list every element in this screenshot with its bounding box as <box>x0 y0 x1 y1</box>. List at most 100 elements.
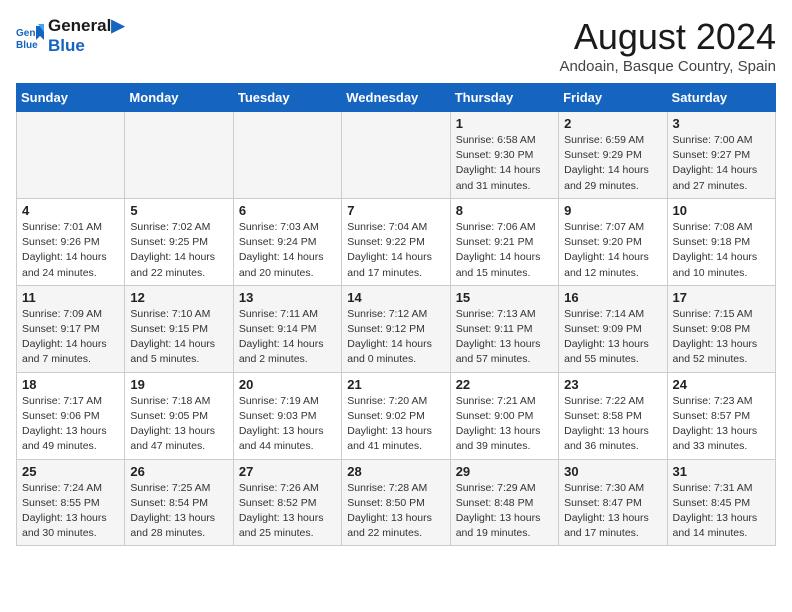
calendar-cell: 30 Sunrise: 7:30 AM Sunset: 8:47 PM Dayli… <box>559 459 667 546</box>
day-info: Sunrise: 7:22 AM Sunset: 8:58 PM Dayligh… <box>564 394 661 455</box>
day-number: 8 <box>456 203 553 218</box>
day-number: 13 <box>239 290 336 305</box>
day-info: Sunrise: 7:09 AM Sunset: 9:17 PM Dayligh… <box>22 307 119 368</box>
day-number: 15 <box>456 290 553 305</box>
calendar-cell: 2 Sunrise: 6:59 AM Sunset: 9:29 PM Daylig… <box>559 112 667 199</box>
day-info: Sunrise: 7:07 AM Sunset: 9:20 PM Dayligh… <box>564 220 661 281</box>
calendar-header: SundayMondayTuesdayWednesdayThursdayFrid… <box>17 84 776 112</box>
day-number: 23 <box>564 377 661 392</box>
calendar-cell: 31 Sunrise: 7:31 AM Sunset: 8:45 PM Dayli… <box>667 459 775 546</box>
day-info: Sunrise: 7:17 AM Sunset: 9:06 PM Dayligh… <box>22 394 119 455</box>
calendar-cell: 1 Sunrise: 6:58 AM Sunset: 9:30 PM Daylig… <box>450 112 558 199</box>
day-info: Sunrise: 7:24 AM Sunset: 8:55 PM Dayligh… <box>22 481 119 542</box>
day-number: 17 <box>673 290 770 305</box>
calendar-cell: 28Sunrise: 7:28 AM Sunset: 8:50 PM Dayli… <box>342 459 450 546</box>
weekday-header: Sunday <box>17 84 125 112</box>
day-info: Sunrise: 7:15 AM Sunset: 9:08 PM Dayligh… <box>673 307 770 368</box>
calendar-cell: 5 Sunrise: 7:02 AM Sunset: 9:25 PM Daylig… <box>125 198 233 285</box>
day-number: 21 <box>347 377 444 392</box>
calendar-cell: 21 Sunrise: 7:20 AM Sunset: 9:02 PM Dayli… <box>342 372 450 459</box>
day-info: Sunrise: 7:02 AM Sunset: 9:25 PM Dayligh… <box>130 220 227 281</box>
day-info: Sunrise: 7:14 AM Sunset: 9:09 PM Dayligh… <box>564 307 661 368</box>
day-info: Sunrise: 7:04 AM Sunset: 9:22 PM Dayligh… <box>347 220 444 281</box>
day-info: Sunrise: 7:13 AM Sunset: 9:11 PM Dayligh… <box>456 307 553 368</box>
weekday-header: Thursday <box>450 84 558 112</box>
title-block: August 2024 Andoain, Basque Country, Spa… <box>559 16 776 75</box>
logo-line1: General▶ <box>48 16 124 36</box>
calendar-cell: 14Sunrise: 7:12 AM Sunset: 9:12 PM Dayli… <box>342 285 450 372</box>
calendar-cell: 25 Sunrise: 7:24 AM Sunset: 8:55 PM Dayli… <box>17 459 125 546</box>
day-info: Sunrise: 7:11 AM Sunset: 9:14 PM Dayligh… <box>239 307 336 368</box>
day-number: 18 <box>22 377 119 392</box>
day-info: Sunrise: 7:18 AM Sunset: 9:05 PM Dayligh… <box>130 394 227 455</box>
day-info: Sunrise: 7:06 AM Sunset: 9:21 PM Dayligh… <box>456 220 553 281</box>
day-info: Sunrise: 7:25 AM Sunset: 8:54 PM Dayligh… <box>130 481 227 542</box>
calendar-cell: 20Sunrise: 7:19 AM Sunset: 9:03 PM Dayli… <box>233 372 341 459</box>
page-subtitle: Andoain, Basque Country, Spain <box>559 58 776 75</box>
calendar-cell: 12 Sunrise: 7:10 AM Sunset: 9:15 PM Dayli… <box>125 285 233 372</box>
day-info: Sunrise: 7:26 AM Sunset: 8:52 PM Dayligh… <box>239 481 336 542</box>
calendar-cell: 27 Sunrise: 7:26 AM Sunset: 8:52 PM Dayli… <box>233 459 341 546</box>
day-number: 20 <box>239 377 336 392</box>
calendar-cell: 7 Sunrise: 7:04 AM Sunset: 9:22 PM Daylig… <box>342 198 450 285</box>
day-number: 14 <box>347 290 444 305</box>
day-number: 16 <box>564 290 661 305</box>
page-header: General Blue General▶ Blue August 2024 A… <box>16 16 776 75</box>
day-number: 3 <box>673 116 770 131</box>
day-info: Sunrise: 7:10 AM Sunset: 9:15 PM Dayligh… <box>130 307 227 368</box>
day-number: 6 <box>239 203 336 218</box>
calendar-cell: 11Sunrise: 7:09 AM Sunset: 9:17 PM Dayli… <box>17 285 125 372</box>
logo: General Blue General▶ Blue <box>16 16 124 57</box>
calendar-cell: 6 Sunrise: 7:03 AM Sunset: 9:24 PM Daylig… <box>233 198 341 285</box>
calendar-table: SundayMondayTuesdayWednesdayThursdayFrid… <box>16 83 776 546</box>
day-info: Sunrise: 7:08 AM Sunset: 9:18 PM Dayligh… <box>673 220 770 281</box>
calendar-cell: 15 Sunrise: 7:13 AM Sunset: 9:11 PM Dayli… <box>450 285 558 372</box>
day-info: Sunrise: 7:29 AM Sunset: 8:48 PM Dayligh… <box>456 481 553 542</box>
day-number: 26 <box>130 464 227 479</box>
day-number: 9 <box>564 203 661 218</box>
day-info: Sunrise: 7:01 AM Sunset: 9:26 PM Dayligh… <box>22 220 119 281</box>
day-number: 24 <box>673 377 770 392</box>
day-number: 12 <box>130 290 227 305</box>
day-number: 7 <box>347 203 444 218</box>
day-info: Sunrise: 7:03 AM Sunset: 9:24 PM Dayligh… <box>239 220 336 281</box>
day-info: Sunrise: 7:21 AM Sunset: 9:00 PM Dayligh… <box>456 394 553 455</box>
day-number: 31 <box>673 464 770 479</box>
calendar-cell: 8 Sunrise: 7:06 AM Sunset: 9:21 PM Daylig… <box>450 198 558 285</box>
calendar-cell: 13 Sunrise: 7:11 AM Sunset: 9:14 PM Dayli… <box>233 285 341 372</box>
day-info: Sunrise: 6:58 AM Sunset: 9:30 PM Dayligh… <box>456 133 553 194</box>
day-info: Sunrise: 7:23 AM Sunset: 8:57 PM Dayligh… <box>673 394 770 455</box>
svg-text:Blue: Blue <box>16 40 38 50</box>
calendar-cell: 29Sunrise: 7:29 AM Sunset: 8:48 PM Dayli… <box>450 459 558 546</box>
day-number: 1 <box>456 116 553 131</box>
day-number: 4 <box>22 203 119 218</box>
day-info: Sunrise: 7:31 AM Sunset: 8:45 PM Dayligh… <box>673 481 770 542</box>
calendar-cell: 9 Sunrise: 7:07 AM Sunset: 9:20 PM Daylig… <box>559 198 667 285</box>
day-number: 25 <box>22 464 119 479</box>
day-number: 2 <box>564 116 661 131</box>
calendar-cell <box>17 112 125 199</box>
day-number: 27 <box>239 464 336 479</box>
calendar-cell: 19Sunrise: 7:18 AM Sunset: 9:05 PM Dayli… <box>125 372 233 459</box>
calendar-cell: 10 Sunrise: 7:08 AM Sunset: 9:18 PM Dayli… <box>667 198 775 285</box>
day-number: 30 <box>564 464 661 479</box>
calendar-cell: 22 Sunrise: 7:21 AM Sunset: 9:00 PM Dayli… <box>450 372 558 459</box>
day-info: Sunrise: 7:20 AM Sunset: 9:02 PM Dayligh… <box>347 394 444 455</box>
calendar-cell <box>342 112 450 199</box>
page-title: August 2024 <box>559 16 776 58</box>
day-info: Sunrise: 7:30 AM Sunset: 8:47 PM Dayligh… <box>564 481 661 542</box>
day-number: 5 <box>130 203 227 218</box>
day-number: 10 <box>673 203 770 218</box>
day-info: Sunrise: 6:59 AM Sunset: 9:29 PM Dayligh… <box>564 133 661 194</box>
day-number: 22 <box>456 377 553 392</box>
day-number: 28 <box>347 464 444 479</box>
weekday-header: Tuesday <box>233 84 341 112</box>
calendar-cell: 17 Sunrise: 7:15 AM Sunset: 9:08 PM Dayli… <box>667 285 775 372</box>
weekday-header: Friday <box>559 84 667 112</box>
calendar-cell: 26 Sunrise: 7:25 AM Sunset: 8:54 PM Dayli… <box>125 459 233 546</box>
calendar-cell: 18 Sunrise: 7:17 AM Sunset: 9:06 PM Dayli… <box>17 372 125 459</box>
calendar-cell: 23 Sunrise: 7:22 AM Sunset: 8:58 PM Dayli… <box>559 372 667 459</box>
weekday-header: Saturday <box>667 84 775 112</box>
calendar-body: 1 Sunrise: 6:58 AM Sunset: 9:30 PM Daylig… <box>17 112 776 546</box>
day-info: Sunrise: 7:00 AM Sunset: 9:27 PM Dayligh… <box>673 133 770 194</box>
